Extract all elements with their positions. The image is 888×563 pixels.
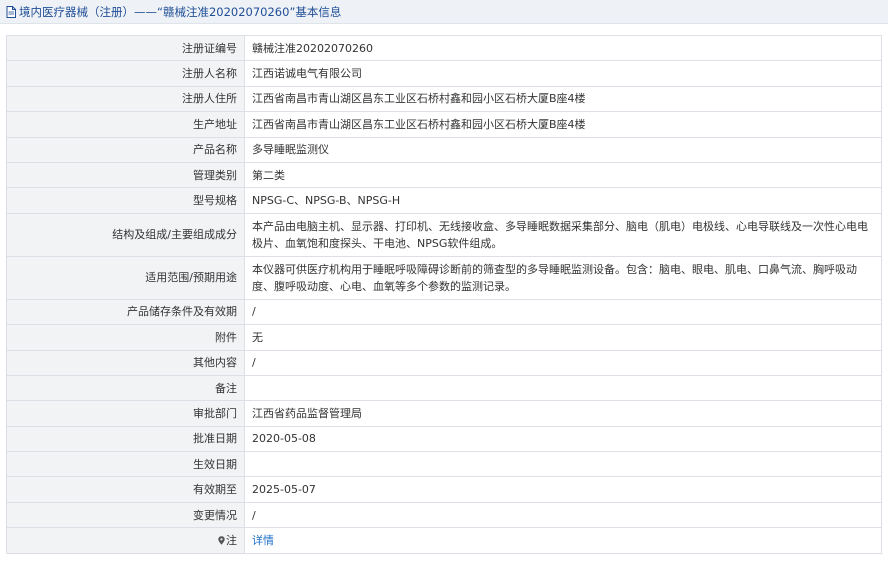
info-table-container: 注册证编号 赣械注准20202070260 注册人名称 江西诺诚电气有限公司 注…	[6, 34, 882, 554]
row-value: 本产品由电脑主机、显示器、打印机、无线接收盒、多导睡眠数据采集部分、脑电（肌电）…	[244, 212, 882, 257]
details-link[interactable]: 详情	[252, 534, 274, 547]
row-label: 附件	[6, 324, 245, 351]
row-label: 批准日期	[6, 425, 245, 453]
row-value: 第二类	[244, 161, 882, 189]
table-row: 注册人住所 江西省南昌市青山湖区昌东工业区石桥村鑫和园小区石桥大厦B座4楼	[6, 85, 882, 113]
row-value: 江西省药品监督管理局	[244, 400, 882, 427]
table-row: 其他内容 /	[6, 349, 882, 376]
row-label: 注册证编号	[6, 34, 245, 62]
table-row: 有效期至 2025-05-07	[6, 476, 882, 503]
row-value: 江西省南昌市青山湖区昌东工业区石桥村鑫和园小区石桥大厦B座4楼	[244, 111, 882, 138]
table-row: 附件 无	[6, 324, 882, 351]
info-table: 注册证编号 赣械注准20202070260 注册人名称 江西诺诚电气有限公司 注…	[6, 34, 882, 554]
row-label: 适用范围/预期用途	[6, 255, 245, 300]
table-row: 产品储存条件及有效期 /	[6, 298, 882, 326]
table-row: 型号规格 NPSG-C、NPSG-B、NPSG-H	[6, 187, 882, 214]
row-value: 江西诺诚电气有限公司	[244, 60, 882, 87]
row-label: 管理类别	[6, 161, 245, 189]
row-value: /	[244, 349, 882, 376]
table-row: 批准日期 2020-05-08	[6, 425, 882, 453]
row-label: 结构及组成/主要组成成分	[6, 212, 245, 257]
row-value	[244, 451, 882, 478]
row-label: 审批部门	[6, 400, 245, 427]
table-row: 备注	[6, 374, 882, 402]
note-row: 注 详情	[6, 527, 882, 554]
row-value: /	[244, 501, 882, 529]
row-value	[244, 374, 882, 402]
row-value: 多导睡眠监测仪	[244, 136, 882, 163]
row-label: 变更情况	[6, 501, 245, 529]
row-value: NPSG-C、NPSG-B、NPSG-H	[244, 187, 882, 214]
row-label: 注册人住所	[6, 85, 245, 113]
row-label: 产品储存条件及有效期	[6, 298, 245, 326]
note-label-cell: 注	[6, 527, 245, 554]
row-value: 赣械注准20202070260	[244, 34, 882, 62]
row-label: 注册人名称	[6, 60, 245, 87]
table-row: 注册人名称 江西诺诚电气有限公司	[6, 60, 882, 87]
row-value: 本仪器可供医疗机构用于睡眠呼吸障碍诊断前的筛查型的多导睡眠监测设备。包含：脑电、…	[244, 255, 882, 300]
row-label: 生效日期	[6, 451, 245, 478]
table-row: 变更情况 /	[6, 501, 882, 529]
table-row: 结构及组成/主要组成成分 本产品由电脑主机、显示器、打印机、无线接收盒、多导睡眠…	[6, 212, 882, 257]
row-value: /	[244, 298, 882, 326]
row-label: 有效期至	[6, 476, 245, 503]
pin-icon	[218, 536, 225, 545]
table-row: 生效日期	[6, 451, 882, 478]
table-row: 注册证编号 赣械注准20202070260	[6, 34, 882, 62]
row-value: 无	[244, 324, 882, 351]
table-row: 适用范围/预期用途 本仪器可供医疗机构用于睡眠呼吸障碍诊断前的筛查型的多导睡眠监…	[6, 255, 882, 300]
note-value-cell: 详情	[244, 527, 882, 554]
document-icon	[6, 5, 16, 18]
page-title: 境内医疗器械（注册）——“赣械注准20202070260”基本信息	[19, 4, 342, 19]
row-label: 产品名称	[6, 136, 245, 163]
row-value: 2020-05-08	[244, 425, 882, 453]
page-header: 境内医疗器械（注册）——“赣械注准20202070260”基本信息	[0, 0, 888, 24]
row-label: 型号规格	[6, 187, 245, 214]
table-row: 审批部门 江西省药品监督管理局	[6, 400, 882, 427]
row-label: 其他内容	[6, 349, 245, 376]
row-value: 2025-05-07	[244, 476, 882, 503]
note-label: 注	[226, 533, 237, 547]
row-value: 江西省南昌市青山湖区昌东工业区石桥村鑫和园小区石桥大厦B座4楼	[244, 85, 882, 113]
table-row: 生产地址 江西省南昌市青山湖区昌东工业区石桥村鑫和园小区石桥大厦B座4楼	[6, 111, 882, 138]
table-row: 产品名称 多导睡眠监测仪	[6, 136, 882, 163]
row-label: 备注	[6, 374, 245, 402]
row-label: 生产地址	[6, 111, 245, 138]
table-row: 管理类别 第二类	[6, 161, 882, 189]
